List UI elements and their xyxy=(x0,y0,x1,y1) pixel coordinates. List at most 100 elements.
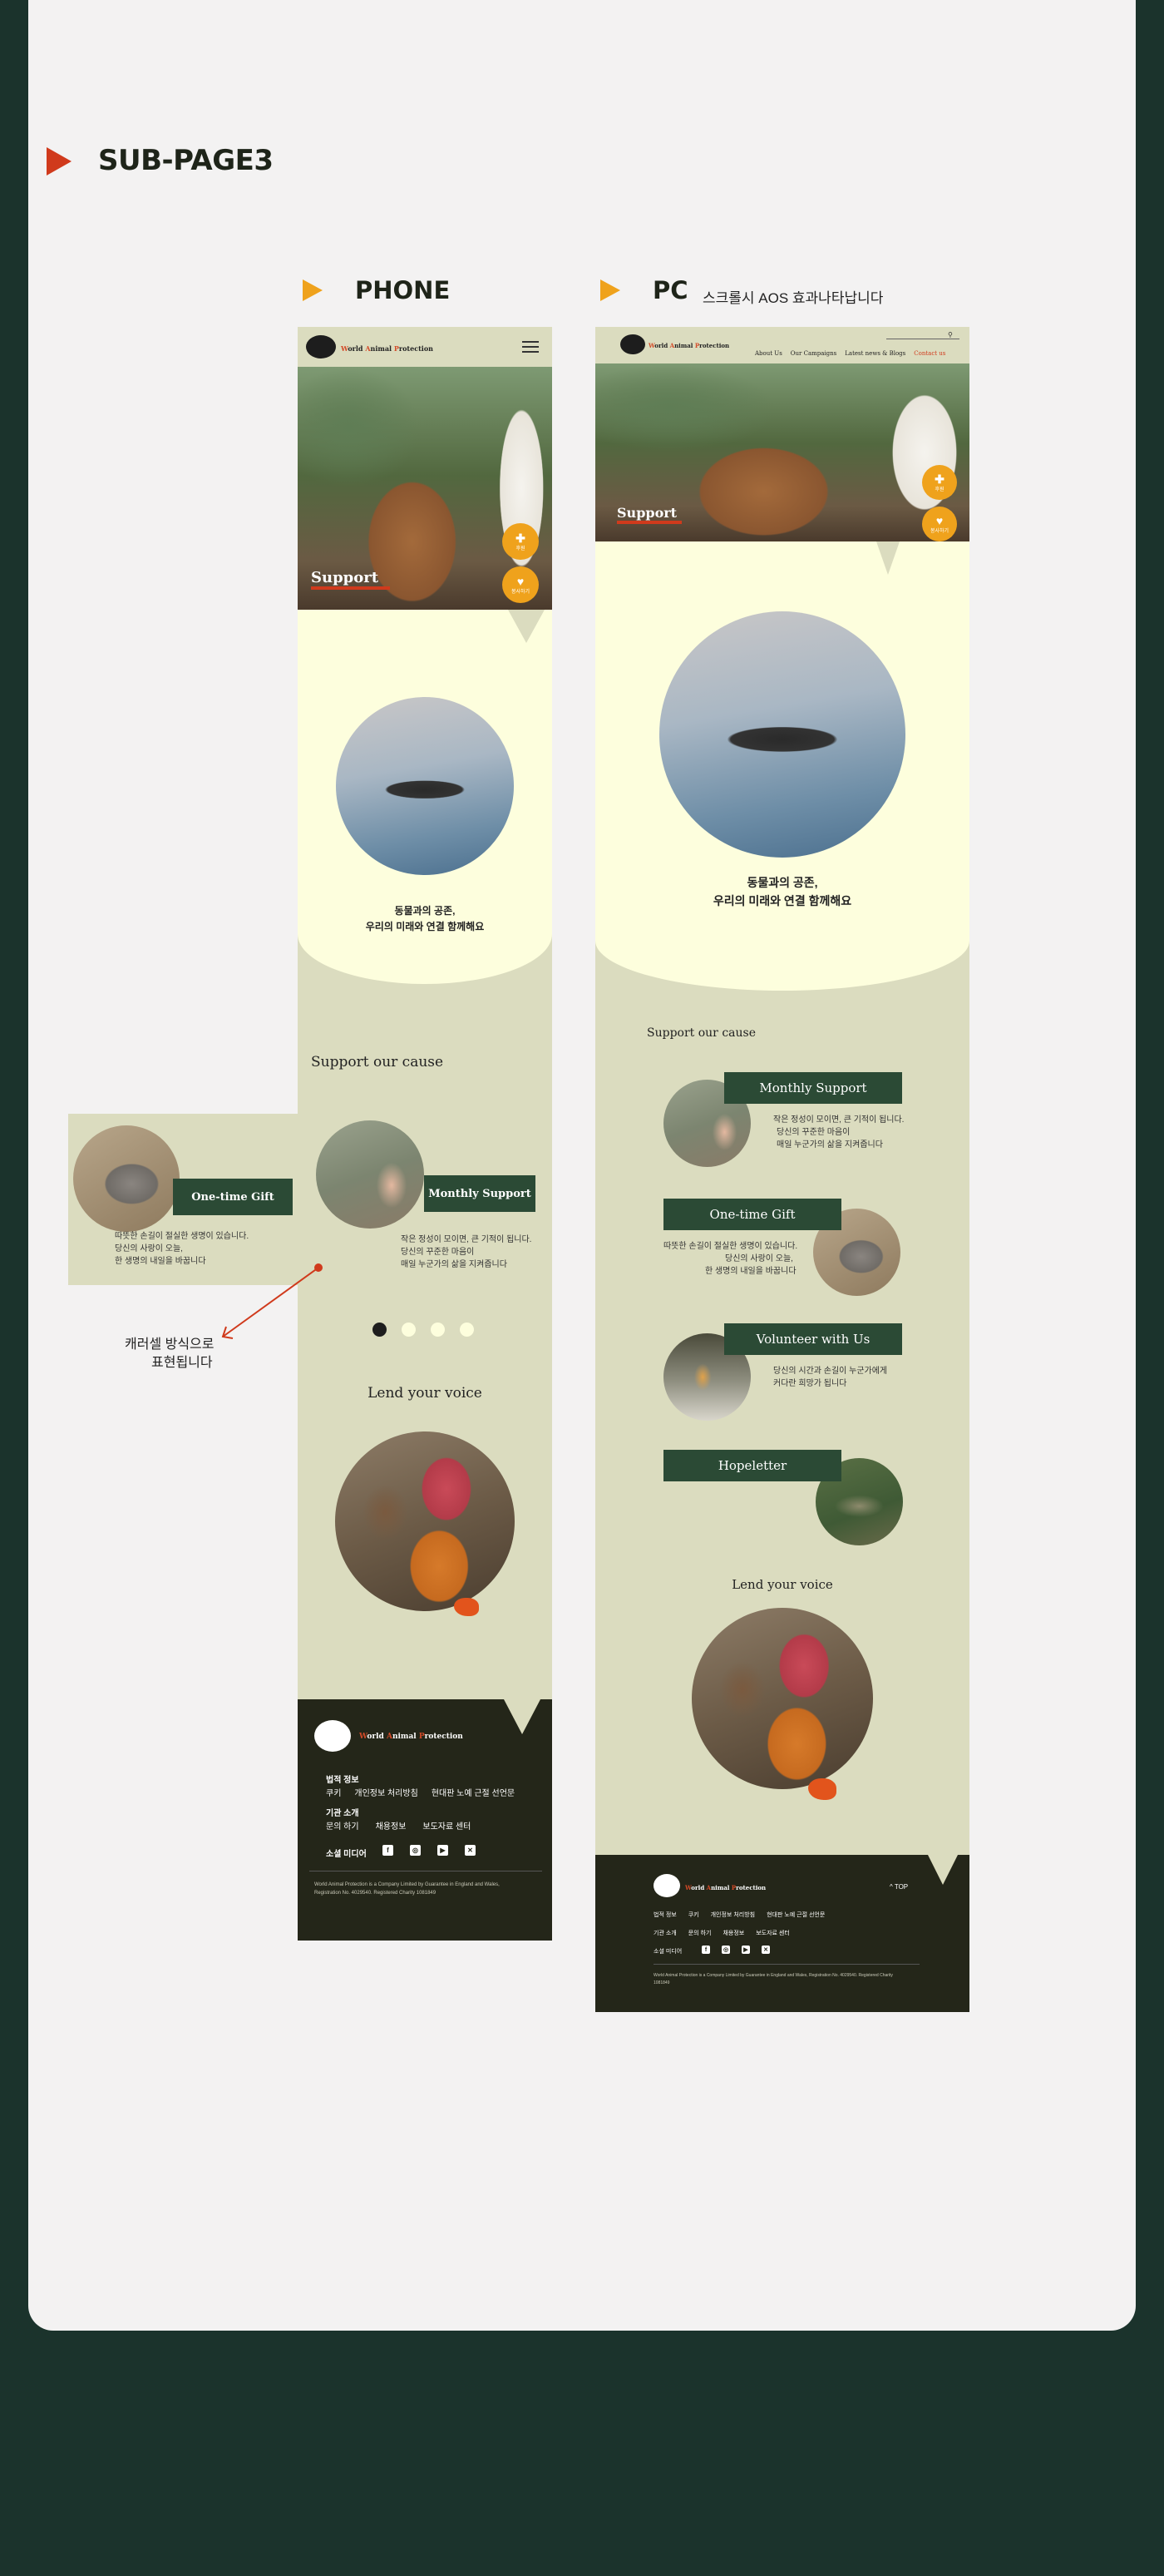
monthly-support-button[interactable]: Monthly Support xyxy=(424,1175,535,1212)
search-icon[interactable]: ⚲ xyxy=(948,331,953,339)
org-title: 기관 소개 xyxy=(326,1809,359,1818)
footer-link[interactable]: 개인정보 처리방침 xyxy=(354,1786,417,1798)
scroll-pointer xyxy=(876,541,900,575)
monthly-support-desc: 작은 정성이 모이면, 큰 기적이 됩니다. 당신의 꾸준한 마음이 매일 누군가의… xyxy=(773,1115,905,1150)
pc-heading: PC xyxy=(653,276,688,304)
social-title: 소셜 미디어 xyxy=(326,1850,367,1859)
voice-title: Lend your voice xyxy=(732,1577,833,1592)
footer-link[interactable]: 채용정보 xyxy=(376,1819,407,1832)
footer-link[interactable]: 쿠키 xyxy=(326,1786,341,1798)
footer-notch xyxy=(928,1855,958,1885)
youtube-icon[interactable]: ▶ xyxy=(742,1946,750,1954)
footer-link[interactable]: 보도자료 센터 xyxy=(756,1929,790,1937)
stork-image xyxy=(336,697,514,875)
footer-link[interactable]: 채용정보 xyxy=(723,1929,744,1937)
carousel-dots xyxy=(372,1323,474,1337)
footer-notch xyxy=(504,1699,540,1734)
volunteer-desc: 당신의 시간과 손길이 누군가에게 커다란 희망가 됩니다 xyxy=(773,1367,888,1388)
voice-title: Lend your voice xyxy=(367,1385,482,1402)
cause-title: Support our cause xyxy=(311,1054,444,1070)
annotation-text: 캐러셀 방식으로 표현됩니다 xyxy=(125,1337,215,1370)
donate-button[interactable]: ✚ 후원 xyxy=(502,523,539,560)
pc-mockup: World Animal Protection ⚲ About Us Our C… xyxy=(595,327,969,2012)
social-title: 소셜 미디어 xyxy=(654,1949,683,1955)
footer-divider xyxy=(654,1964,920,1965)
x-icon[interactable]: ✕ xyxy=(465,1845,476,1856)
one-time-gift-desc: 따뜻한 손길이 절실한 생명이 있습니다. 당신의 사랑이 오늘, 한 생명의 내일… xyxy=(663,1242,798,1276)
logo-icon[interactable] xyxy=(620,334,645,354)
monthly-support-desc: 작은 정성이 모이면, 큰 기적이 됩니다. 당신의 꾸준한 마음이 매일 누군가의… xyxy=(401,1235,532,1269)
scroll-pointer xyxy=(508,610,545,643)
instagram-icon[interactable]: ◎ xyxy=(722,1946,730,1954)
top-button[interactable]: ^ TOP xyxy=(890,1883,908,1891)
nav-contact[interactable]: Contact us xyxy=(914,350,945,357)
carousel-dot-active[interactable] xyxy=(372,1323,387,1337)
volunteer-button[interactable]: ♥ 봉사하기 xyxy=(502,566,539,603)
facebook-icon[interactable]: f xyxy=(702,1946,710,1954)
heart-icon: ♥ xyxy=(516,574,525,588)
phone-mockup: World Animal Protection Support ✚ 후원 ♥ 봉사하… xyxy=(298,327,552,1941)
footer-link[interactable]: 문의 하기 xyxy=(326,1819,359,1832)
heart-icon: ♥ xyxy=(935,513,944,527)
orange-blob xyxy=(808,1778,836,1800)
footer-link[interactable]: 현대판 노예 근절 선언문 xyxy=(432,1786,515,1798)
hopeletter-button[interactable]: Hopeletter xyxy=(663,1450,841,1481)
pc-nav: About Us Our Campaigns Latest news & Blo… xyxy=(755,350,945,357)
hero-title: Support xyxy=(617,505,678,521)
annotation-arrow xyxy=(221,1263,323,1339)
donate-icon: ✚ xyxy=(935,472,945,486)
pc-marker-icon xyxy=(600,279,620,301)
carousel-dot[interactable] xyxy=(431,1323,445,1337)
footer-link[interactable]: 개인정보 처리방침 xyxy=(711,1911,755,1919)
section-title: SUB-PAGE3 xyxy=(98,144,274,177)
instagram-icon[interactable]: ◎ xyxy=(410,1845,421,1856)
monthly-support-button[interactable]: Monthly Support xyxy=(724,1072,902,1104)
voice-image xyxy=(335,1431,515,1611)
footer-link[interactable]: 현대판 노예 근절 선언문 xyxy=(767,1911,825,1919)
footer-logo-text[interactable]: World Animal Protection xyxy=(685,1884,766,1891)
intro-text: 동물과의 공존, 우리의 미래와 연결 함께해요 xyxy=(713,876,852,907)
phone-marker-icon xyxy=(303,279,323,301)
carousel-dot[interactable] xyxy=(402,1323,416,1337)
carousel-dot[interactable] xyxy=(460,1323,474,1337)
nav-about[interactable]: About Us xyxy=(755,350,782,357)
nav-news[interactable]: Latest news & Blogs xyxy=(845,350,905,357)
section-marker-icon xyxy=(47,147,72,176)
phone-heading: PHONE xyxy=(355,276,451,304)
footer-link[interactable]: 쿠키 xyxy=(688,1911,699,1919)
logo-text[interactable]: World Animal Protection xyxy=(341,344,433,353)
legal-links: 쿠키 개인정보 처리방침 현대판 노예 근절 선언문 xyxy=(326,1786,515,1798)
footer-logo-icon[interactable] xyxy=(314,1720,351,1752)
hamburger-menu-icon[interactable] xyxy=(522,338,539,356)
footer-logo-icon[interactable] xyxy=(654,1874,680,1897)
one-time-gift-button[interactable]: One-time Gift xyxy=(663,1199,841,1230)
one-time-gift-image xyxy=(73,1125,180,1232)
footer-logo-text[interactable]: World Animal Protection xyxy=(359,1733,463,1741)
logo-icon[interactable] xyxy=(306,335,336,358)
one-time-gift-button[interactable]: One-time Gift xyxy=(173,1179,293,1215)
voice-image xyxy=(692,1608,873,1789)
orange-blob xyxy=(454,1598,479,1616)
footer-link[interactable]: 문의 하기 xyxy=(688,1929,712,1937)
logo-text[interactable]: World Animal Protection xyxy=(649,342,729,349)
facebook-icon[interactable]: f xyxy=(382,1845,393,1856)
pc-note: 스크롤시 AOS 효과나타납니다 xyxy=(703,290,884,306)
volunteer-button[interactable]: Volunteer with Us xyxy=(724,1323,902,1355)
hero-underline xyxy=(311,586,390,590)
hero-underline xyxy=(617,521,682,524)
x-icon[interactable]: ✕ xyxy=(762,1946,770,1954)
pc-header: World Animal Protection ⚲ About Us Our C… xyxy=(595,327,969,363)
nav-campaigns[interactable]: Our Campaigns xyxy=(791,350,836,357)
legal-row: 법적 정보 쿠키 개인정보 처리방침 현대판 노예 근절 선언문 xyxy=(654,1911,826,1919)
social-icons: f ◎ ▶ ✕ xyxy=(702,1946,770,1954)
phone-header: World Animal Protection xyxy=(298,327,552,367)
footer-link[interactable]: 보도자료 센터 xyxy=(422,1819,471,1832)
social-icons: f ◎ ▶ ✕ xyxy=(382,1845,476,1856)
org-links: 문의 하기 채용정보 보도자료 센터 xyxy=(326,1819,471,1832)
monthly-support-image xyxy=(316,1120,424,1229)
donate-button[interactable]: ✚ 후원 xyxy=(922,465,957,500)
hero-title: Support xyxy=(311,569,379,586)
youtube-icon[interactable]: ▶ xyxy=(437,1845,448,1856)
copyright-text: World Animal Protection is a Company Lim… xyxy=(314,1882,500,1896)
volunteer-button[interactable]: ♥ 봉사하기 xyxy=(922,507,957,541)
